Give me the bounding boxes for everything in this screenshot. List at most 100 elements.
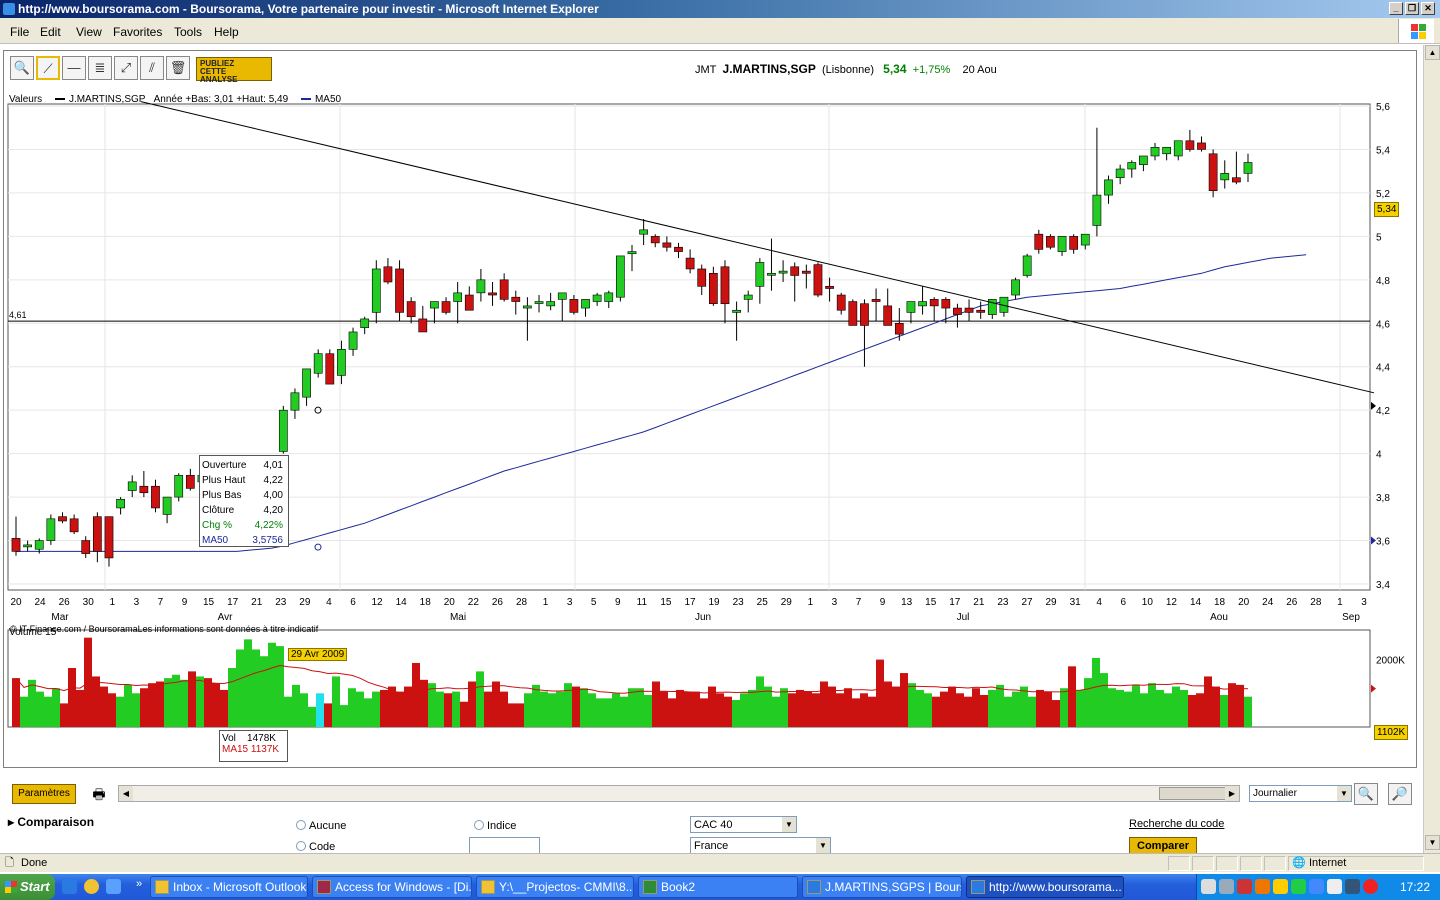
scroll-left-icon[interactable]: ◀ [119, 786, 133, 801]
menu-tools[interactable]: Tools [174, 25, 202, 39]
tooltip-label: Plus Bas [202, 490, 242, 501]
candle-body [860, 303, 869, 326]
task-access[interactable]: Access for Windows - [Di... [312, 876, 472, 898]
task-outlook[interactable]: Inbox - Microsoft Outlook [150, 876, 308, 898]
volume-bar [860, 693, 868, 727]
parallel-tool-icon[interactable]: ⫽ [140, 56, 164, 80]
close-button[interactable]: ✕ [1421, 2, 1435, 15]
browser-quicklaunch-icon[interactable] [106, 879, 121, 894]
radio-circle-icon[interactable] [474, 820, 484, 830]
tray-icon[interactable] [1219, 879, 1234, 894]
scroll-up-icon[interactable]: ▲ [1425, 45, 1440, 60]
price-badge: 5,34 [1374, 202, 1400, 217]
period-select[interactable]: Journalier ▼ [1249, 785, 1352, 802]
printer-icon[interactable]: 🖶 [88, 784, 110, 804]
recherche-link[interactable]: Recherche du code [1129, 818, 1224, 830]
menu-edit[interactable]: Edit [40, 25, 61, 39]
task-folder[interactable]: Y:\__Projectos- CMMI\8... [476, 876, 634, 898]
chevron-down-icon[interactable]: ▼ [1337, 786, 1351, 801]
tray-icon[interactable] [1237, 879, 1252, 894]
volume-bar [700, 698, 708, 727]
start-button[interactable]: Start [0, 874, 55, 900]
zoom-in-icon[interactable]: 🔎 [1388, 783, 1412, 805]
ie-quicklaunch-icon[interactable] [62, 879, 77, 894]
x-tick-label: 15 [925, 597, 937, 608]
channel-tool-icon[interactable]: ⤢ [114, 56, 138, 80]
scroll-right-icon[interactable]: ▶ [1225, 786, 1239, 801]
tooltip-value: 4,20 [263, 505, 283, 516]
tray-icon[interactable] [1345, 879, 1360, 894]
index-select[interactable]: CAC 40 ▼ [690, 816, 797, 833]
volume-bar [356, 691, 364, 727]
task-book2[interactable]: Book2 [638, 876, 798, 898]
zoom-tool-icon[interactable]: 🔍 [10, 56, 34, 80]
tray-icon[interactable] [1363, 879, 1378, 894]
radio-indice[interactable]: Indice [474, 820, 516, 832]
hline-tool-icon[interactable]: — [62, 56, 86, 80]
comparaison-title[interactable]: ▸ Comparaison [8, 815, 94, 829]
volume-bar [476, 671, 484, 727]
menu-favorites[interactable]: Favorites [113, 25, 162, 39]
fibonacci-tool-icon[interactable]: ≣ [88, 56, 112, 80]
scroll-thumb[interactable] [1159, 787, 1227, 800]
folder-icon [481, 880, 495, 894]
tray-icon[interactable] [1327, 879, 1342, 894]
system-tray: 17:22 [1196, 874, 1440, 900]
volume-bar [156, 681, 164, 727]
clock-quicklaunch-icon[interactable] [84, 879, 99, 894]
x-tick-label: 24 [1262, 597, 1274, 608]
tray-icon[interactable] [1309, 879, 1324, 894]
zoom-out-icon[interactable]: 🔍 [1354, 783, 1378, 805]
candle-body [430, 301, 439, 309]
scroll-down-icon[interactable]: ▼ [1425, 835, 1440, 850]
candle-body [546, 301, 556, 307]
chevron-down-icon[interactable]: ▼ [782, 817, 796, 832]
tray-icon[interactable] [1255, 879, 1270, 894]
tray-icon[interactable] [1291, 879, 1306, 894]
volume-bar [980, 694, 988, 727]
volume-bar [140, 688, 148, 727]
task-boursorama[interactable]: http://www.boursorama... [966, 876, 1124, 898]
x-tick-label: 13 [901, 597, 913, 608]
quote-date: 20 Aou [962, 64, 997, 76]
minimize-button[interactable]: _ [1389, 2, 1403, 15]
volume-bar [1244, 696, 1252, 727]
status-panel [1264, 856, 1286, 871]
volume-bar [444, 693, 452, 727]
country-select[interactable]: France ▼ [690, 837, 831, 854]
restore-button[interactable]: ❐ [1405, 2, 1419, 15]
status-panel [1192, 856, 1214, 871]
menu-help[interactable]: Help [214, 25, 239, 39]
task-jmartins[interactable]: J.MARTINS,SGPS | Bours... [802, 876, 962, 898]
y-tick-label: 4,2 [1376, 406, 1390, 417]
country-select-value: France [694, 840, 729, 852]
menu-view[interactable]: View [76, 25, 102, 39]
volume-bar [940, 691, 948, 727]
parametres-button[interactable]: Paramètres [12, 784, 76, 804]
chevron-right-icon[interactable]: » [136, 878, 142, 890]
publiez-analyse-button[interactable]: PUBLIEZ CETTE ANALYSE [196, 57, 272, 84]
trendline-tool-icon[interactable]: ⟋ [36, 56, 60, 80]
x-tick-label: 28 [1310, 597, 1322, 608]
x-tick-label: 21 [973, 597, 985, 608]
radio-circle-icon[interactable] [296, 820, 306, 830]
volume-bar [20, 696, 28, 727]
access-icon [317, 880, 331, 894]
radio-code[interactable]: Code [296, 841, 335, 853]
volume-bar [1076, 689, 1084, 727]
chevron-down-icon[interactable]: ▼ [816, 838, 830, 853]
tooltip-value: 4,22 [263, 475, 283, 486]
radio-circle-icon[interactable] [296, 841, 306, 851]
chart-horizontal-scrollbar[interactable]: ◀ ▶ [118, 785, 1240, 802]
candle-body [371, 268, 381, 313]
tray-icon[interactable] [1201, 879, 1216, 894]
menu-file[interactable]: File [10, 25, 29, 39]
page-vertical-scrollbar[interactable]: ▲ ▼ [1423, 45, 1440, 853]
chart-svg[interactable]: 5,6 5,4 5,2 5 4,8 4,6 4,4 4,2 4 3,8 3,6 3,4 20 24 26 30… [0, 90, 1420, 780]
x-tick-label: 1 [543, 597, 549, 608]
radio-aucune[interactable]: Aucune [296, 820, 346, 832]
volume-bar [948, 686, 956, 727]
tray-icon[interactable] [1273, 879, 1288, 894]
candle-body [1011, 279, 1020, 296]
trash-icon[interactable]: 🗑 [166, 56, 190, 80]
